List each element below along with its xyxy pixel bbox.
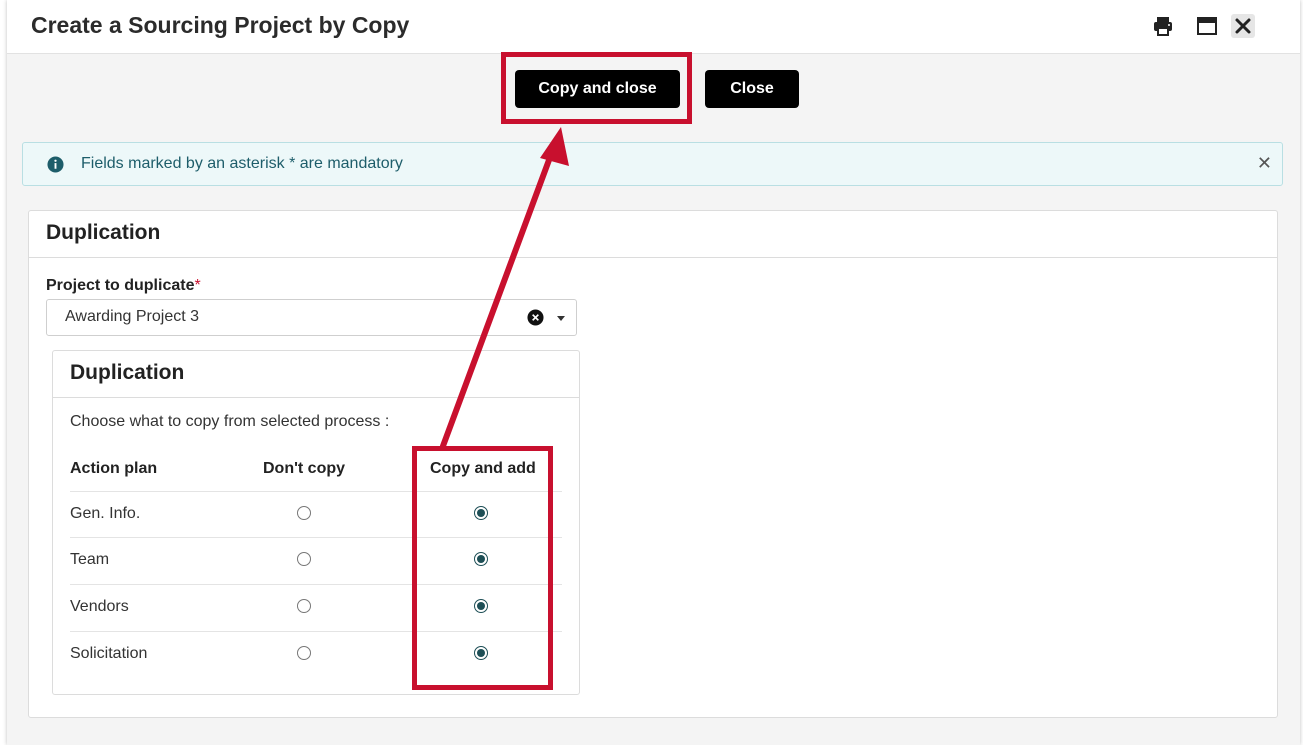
close-button[interactable]: Close: [705, 70, 799, 108]
radio-dont-copy-solicitation[interactable]: [297, 646, 311, 660]
project-to-duplicate-select[interactable]: Awarding Project 3: [46, 299, 577, 336]
radio-dont-copy-team[interactable]: [297, 552, 311, 566]
info-banner-close-icon[interactable]: ✕: [1257, 153, 1272, 173]
radio-copy-and-add-gen-info[interactable]: [474, 506, 488, 520]
maximize-icon[interactable]: [1195, 14, 1219, 38]
table-row: Solicitation: [70, 631, 562, 678]
row-label-team: Team: [70, 551, 110, 568]
row-label-vendors: Vendors: [70, 598, 129, 615]
radio-copy-and-add-vendors[interactable]: [474, 599, 488, 613]
radio-copy-and-add-team[interactable]: [474, 552, 488, 566]
copy-instruction-text: Choose what to copy from selected proces…: [70, 413, 390, 430]
print-icon[interactable]: [1151, 14, 1175, 38]
info-banner-text: Fields marked by an asterisk * are manda…: [81, 155, 403, 172]
column-header-action-plan: Action plan: [70, 460, 158, 477]
info-banner: Fields marked by an asterisk * are manda…: [22, 142, 1283, 186]
chevron-down-icon[interactable]: [557, 316, 565, 321]
copy-and-close-button[interactable]: Copy and close: [515, 70, 680, 108]
clear-selection-icon[interactable]: [527, 309, 544, 326]
duplication-panel: Duplication Project to duplicate* Awardi…: [28, 210, 1278, 718]
table-row: Gen. Info.: [70, 491, 562, 538]
column-header-copy-and-add: Copy and add: [430, 460, 536, 477]
duplication-subpanel-header: Duplication: [53, 351, 579, 398]
duplication-subpanel: Duplication Choose what to copy from sel…: [52, 350, 580, 695]
radio-copy-and-add-solicitation[interactable]: [474, 646, 488, 660]
row-label-solicitation: Solicitation: [70, 645, 148, 662]
column-header-dont-copy: Don't copy: [263, 460, 346, 477]
copy-project-dialog: Create a Sourcing Project by Copy Copy a…: [7, 0, 1300, 745]
close-icon[interactable]: [1231, 14, 1255, 38]
info-icon: [47, 156, 64, 173]
project-select-value: Awarding Project 3: [65, 308, 199, 325]
dialog-titlebar: Create a Sourcing Project by Copy: [7, 0, 1300, 54]
project-to-duplicate-label: Project to duplicate*: [46, 277, 201, 295]
row-label-gen-info: Gen. Info.: [70, 505, 141, 522]
radio-dont-copy-gen-info[interactable]: [297, 506, 311, 520]
project-field-label-text: Project to duplicate: [46, 277, 195, 294]
dialog-title: Create a Sourcing Project by Copy: [31, 12, 410, 38]
required-marker: *: [194, 277, 201, 294]
duplication-subpanel-title: Duplication: [70, 361, 185, 384]
table-row: Team: [70, 537, 562, 584]
radio-dont-copy-vendors[interactable]: [297, 599, 311, 613]
duplication-panel-header: Duplication: [29, 211, 1277, 258]
table-row: Vendors: [70, 584, 562, 631]
duplication-panel-title: Duplication: [46, 221, 161, 244]
